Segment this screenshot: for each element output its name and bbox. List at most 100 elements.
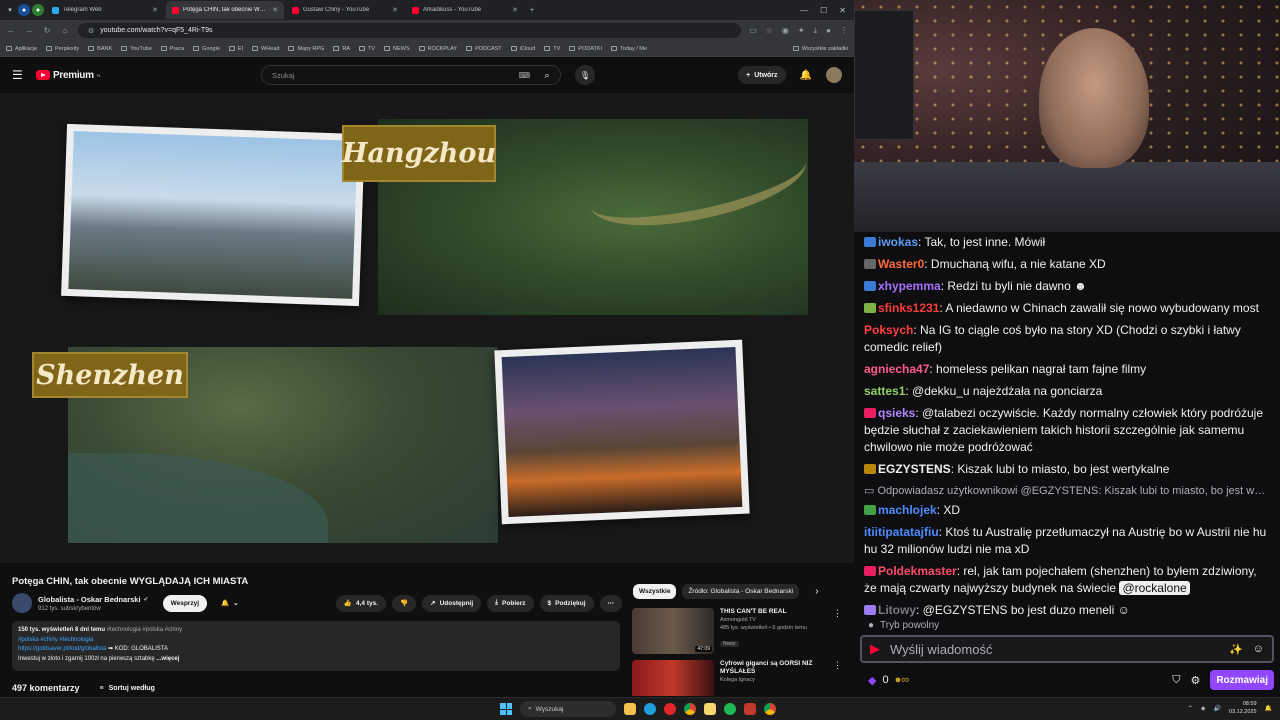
- volume-icon[interactable]: 🔊: [1214, 705, 1221, 712]
- clock[interactable]: 08:59 03.12.2025: [1229, 700, 1257, 716]
- taskbar-search[interactable]: ⌕ Wyszukaj: [520, 701, 616, 717]
- chat-username[interactable]: qsieks: [878, 406, 915, 420]
- chip-all[interactable]: Wszystkie: [633, 584, 677, 599]
- bookmark-item[interactable]: ROCKPLAY: [418, 46, 457, 52]
- settings-gear-icon[interactable]: ⚙: [1190, 674, 1200, 687]
- notification-icon[interactable]: 🔔: [1265, 705, 1272, 712]
- account-avatar[interactable]: [826, 67, 842, 83]
- network-icon[interactable]: ◈: [1201, 705, 1206, 712]
- maximize-icon[interactable]: ☐: [820, 6, 827, 15]
- extension-icon[interactable]: ◉: [782, 26, 789, 36]
- video-thumbnail[interactable]: 47:09: [632, 608, 714, 654]
- all-bookmarks[interactable]: Wszystkie zakładki: [792, 46, 848, 52]
- chat-username[interactable]: Waster0: [878, 257, 924, 271]
- file-explorer-icon[interactable]: [624, 703, 636, 715]
- chat-username[interactable]: xhypemma: [878, 279, 941, 293]
- download-button[interactable]: ⤓ Pobierz: [487, 594, 534, 612]
- tab-gustaw[interactable]: Gustaw Chiny - YouTube ✕: [286, 1, 404, 19]
- tab-arkadikuss[interactable]: Arkadikuss - YouTube ✕: [406, 1, 524, 19]
- video-thumbnail[interactable]: [632, 660, 714, 696]
- minimize-icon[interactable]: —: [800, 6, 808, 15]
- video-player[interactable]: Hangzhou Shenzhen: [0, 93, 854, 563]
- description-hashtags[interactable]: #polska #chiny #technologia: [18, 636, 614, 646]
- edge-icon[interactable]: [644, 703, 656, 715]
- notes-icon[interactable]: [704, 703, 716, 715]
- more-dots-icon[interactable]: ⋮: [833, 608, 842, 656]
- hamburger-menu-icon[interactable]: ☰: [12, 68, 28, 82]
- chat-username[interactable]: machlojek: [878, 503, 937, 517]
- profile-avatar-icon[interactable]: ●: [826, 26, 831, 36]
- chat-username[interactable]: EGZYSTENS: [878, 462, 951, 476]
- shield-icon[interactable]: ⛉: [1172, 674, 1180, 687]
- bookmark-item[interactable]: TV: [544, 46, 560, 52]
- dislike-button[interactable]: 👎: [392, 594, 417, 612]
- extension-icon[interactable]: ●: [32, 4, 44, 16]
- channel-avatar[interactable]: [12, 593, 32, 613]
- bookmark-item[interactable]: RA: [333, 46, 350, 52]
- chat-username[interactable]: agniecha47: [864, 362, 929, 376]
- sort-button[interactable]: ≡ Sortuj według: [100, 685, 155, 692]
- emote-picker-icon[interactable]: ☺: [1253, 643, 1264, 656]
- close-tab-icon[interactable]: ✕: [152, 6, 158, 14]
- opera-icon[interactable]: [664, 703, 676, 715]
- description-link[interactable]: https://goldsaver.pl/kod/globalista: [18, 646, 106, 652]
- video-description[interactable]: 150 tys. wyświetleń 8 dni temu #technolo…: [12, 621, 620, 671]
- search-icon[interactable]: ⌕: [534, 66, 560, 84]
- start-windows-icon[interactable]: [500, 703, 512, 715]
- bookmark-item[interactable]: Praca: [160, 46, 184, 52]
- bookmark-item[interactable]: TV: [359, 46, 375, 52]
- more-link[interactable]: ...więcej: [156, 656, 179, 662]
- recommendation-item[interactable]: Cyfrowi giganci są GORSI NIŻ MYŚLAŁEŚ Ko…: [632, 660, 842, 696]
- forward-icon[interactable]: →: [24, 26, 34, 35]
- cast-icon[interactable]: ▭: [749, 26, 757, 36]
- bookmark-item[interactable]: iCloud: [510, 46, 535, 52]
- chrome-icon[interactable]: [684, 703, 696, 715]
- recommendation-item[interactable]: 47:09 THIS CAN'T BE REAL Asmongold TV 48…: [632, 608, 842, 656]
- bookmark-item[interactable]: Google: [193, 46, 220, 52]
- url-field[interactable]: ⚙ youtube.com/watch?v=qF5_4Ri-T9s: [78, 23, 742, 38]
- chevron-up-icon[interactable]: ⌃: [1188, 705, 1193, 712]
- puzzle-icon[interactable]: ✦: [798, 26, 805, 36]
- chat-username[interactable]: itiitipatatajfiu: [864, 525, 939, 539]
- close-tab-icon[interactable]: ✕: [512, 6, 518, 14]
- channel-points-icon[interactable]: ●∞: [895, 674, 910, 686]
- channel-name[interactable]: Globalista - Oskar Bednarski: [38, 595, 141, 604]
- support-button[interactable]: Wesprzyj: [162, 594, 207, 612]
- bookmark-item[interactable]: EI: [228, 46, 243, 52]
- chip-source[interactable]: Źródło: Globalista - Oskar Bednarski: [682, 584, 800, 599]
- sparkle-icon[interactable]: ✨: [1229, 643, 1243, 656]
- profile-icon[interactable]: ●: [18, 4, 30, 16]
- bookmark-item[interactable]: WHead: [252, 46, 279, 52]
- spotify-icon[interactable]: [724, 703, 736, 715]
- new-tab-button[interactable]: +: [526, 4, 538, 16]
- chat-username[interactable]: sfinks1231: [878, 301, 939, 315]
- close-tab-icon[interactable]: ✕: [272, 6, 278, 14]
- back-icon[interactable]: ←: [6, 26, 16, 35]
- bits-icon[interactable]: ◆: [868, 674, 876, 687]
- menu-dots-icon[interactable]: ⋮: [840, 26, 848, 36]
- bookmark-item[interactable]: PODATKI: [569, 46, 602, 52]
- mention-tag[interactable]: @rockalone: [1119, 581, 1190, 595]
- bookmark-item[interactable]: Today / Me: [611, 46, 647, 52]
- youtube-logo[interactable]: Premium PL: [36, 70, 101, 81]
- thanks-button[interactable]: $ Podziękuj: [539, 594, 594, 612]
- site-info-icon[interactable]: ⚙: [88, 27, 94, 35]
- chat-username[interactable]: Poksych: [864, 323, 913, 337]
- more-dots-icon[interactable]: ⋮: [833, 660, 842, 696]
- app-icon[interactable]: [744, 703, 756, 715]
- close-tab-icon[interactable]: ✕: [392, 6, 398, 14]
- tab-active-video[interactable]: Potęga CHIN, tak obecnie WYG ✕: [166, 1, 284, 19]
- home-icon[interactable]: ⌂: [60, 26, 70, 35]
- tab-search-icon[interactable]: ▾: [4, 4, 16, 16]
- bookmark-item[interactable]: BANK: [88, 46, 112, 52]
- close-window-icon[interactable]: ✕: [839, 6, 846, 15]
- tab-telegram[interactable]: Telegram Web ✕: [46, 1, 164, 19]
- chevron-right-icon[interactable]: ›: [815, 586, 818, 597]
- notifications-bell-icon[interactable]: 🔔: [800, 70, 812, 81]
- keyboard-icon[interactable]: ⌨: [518, 71, 530, 80]
- chrome-active-icon[interactable]: [764, 703, 776, 715]
- download-icon[interactable]: ⤓: [814, 26, 818, 36]
- like-button[interactable]: 👍 4,4 tys.: [335, 594, 387, 612]
- bookmark-star-icon[interactable]: ☆: [766, 26, 773, 36]
- chat-send-button[interactable]: Rozmawiaj: [1210, 670, 1274, 690]
